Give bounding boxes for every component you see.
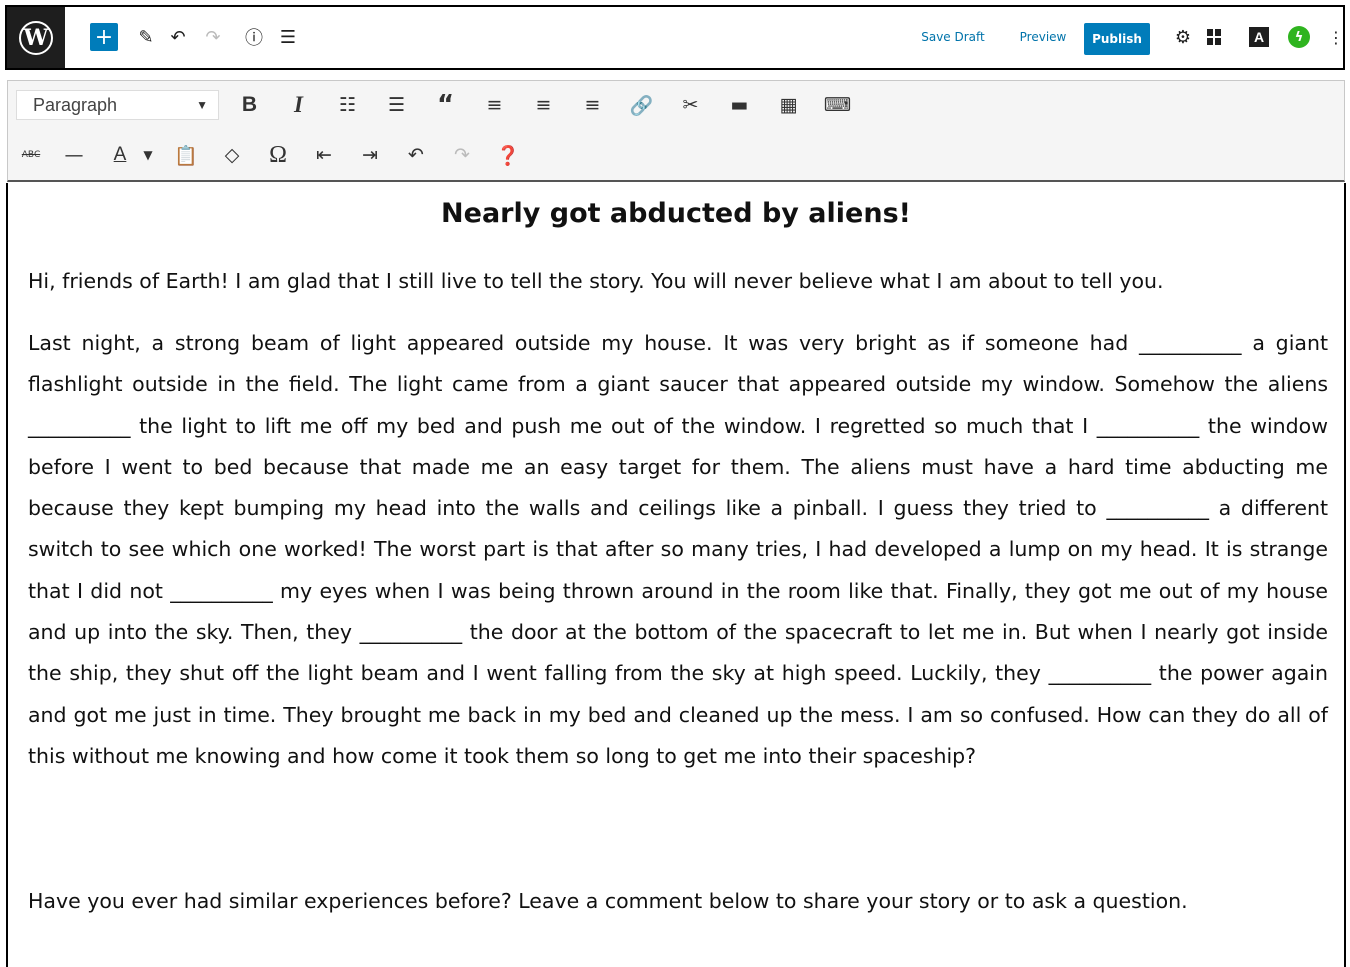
indent-icon[interactable]: ⇥	[352, 139, 388, 171]
paragraph-story[interactable]: Last night, a strong beam of light appea…	[28, 323, 1328, 777]
text-color-chevron-icon[interactable]: ▼	[138, 139, 158, 171]
format-select[interactable]: Paragraph ▼	[16, 90, 219, 120]
post-title[interactable]: Nearly got abducted by aliens!	[8, 198, 1344, 229]
preview-button[interactable]: Preview	[1012, 23, 1074, 51]
undo-classic-icon[interactable]: ↶	[398, 139, 434, 171]
edit-pencil-icon[interactable]: ✎	[135, 23, 157, 51]
toolbar-row-2: ABC — A ▼ 📋 ◇ Ω ⇤ ⇥ ↶ ↷ ❓	[16, 137, 526, 173]
toolbar-row-1: Paragraph ▼ B I ☷ ☰ “ ≡ ≡ ≡ 🔗 ✂ ▬ ▦ ⌨	[16, 87, 856, 123]
classic-editor-toolbar: Paragraph ▼ B I ☷ ☰ “ ≡ ≡ ≡ 🔗 ✂ ▬ ▦ ⌨ AB…	[7, 80, 1345, 182]
save-draft-button[interactable]: Save Draft	[917, 23, 989, 51]
outdent-icon[interactable]: ⇤	[306, 139, 342, 171]
strikethrough-icon[interactable]: ABC	[16, 139, 46, 171]
bulleted-list-icon[interactable]: ☷	[329, 89, 366, 121]
chevron-down-icon: ▼	[196, 98, 208, 112]
redo-classic-icon[interactable]: ↷	[444, 139, 480, 171]
insert-link-icon[interactable]: 🔗	[623, 89, 660, 121]
bold-icon[interactable]: B	[231, 89, 268, 121]
align-left-icon[interactable]: ≡	[476, 89, 513, 121]
editor-top-bar: W + ✎ ↶ ↷ ⓘ ☰ Save Draft Preview Publish…	[5, 5, 1345, 70]
text-color-icon[interactable]: A	[102, 139, 138, 171]
align-center-icon[interactable]: ≡	[525, 89, 562, 121]
paragraph-closing[interactable]: Have you ever had similar experiences be…	[28, 881, 1328, 922]
special-character-icon[interactable]: Ω	[260, 139, 296, 171]
amp-a-icon[interactable]: A	[1249, 23, 1269, 51]
info-icon[interactable]: ⓘ	[243, 23, 265, 51]
blocks-grid-icon[interactable]	[1205, 23, 1223, 51]
paragraph-intro[interactable]: Hi, friends of Earth! I am glad that I s…	[28, 261, 1328, 302]
toggle-toolbar-icon[interactable]: ▦	[770, 89, 807, 121]
settings-gear-icon[interactable]: ⚙	[1172, 23, 1194, 51]
add-block-button[interactable]: +	[90, 23, 118, 51]
wordpress-logo-icon: W	[19, 20, 53, 55]
keyboard-icon[interactable]: ⌨	[819, 89, 856, 121]
italic-icon[interactable]: I	[280, 89, 317, 121]
format-select-value: Paragraph	[33, 94, 118, 115]
redo-icon[interactable]: ↷	[202, 23, 224, 51]
remove-link-icon[interactable]: ✂	[672, 89, 709, 121]
post-content-area[interactable]: Nearly got abducted by aliens! Hi, frien…	[6, 183, 1346, 967]
clear-formatting-icon[interactable]: ◇	[214, 139, 250, 171]
numbered-list-icon[interactable]: ☰	[378, 89, 415, 121]
publish-button[interactable]: Publish	[1084, 23, 1150, 55]
help-icon[interactable]: ❓	[490, 139, 526, 171]
align-right-icon[interactable]: ≡	[574, 89, 611, 121]
blockquote-icon[interactable]: “	[427, 89, 464, 121]
wordpress-logo-button[interactable]: W	[7, 7, 65, 68]
jetpack-icon[interactable]: ϟ	[1287, 23, 1311, 51]
paste-as-text-icon[interactable]: 📋	[168, 139, 204, 171]
more-options-icon[interactable]: ⋮	[1325, 23, 1347, 51]
read-more-icon[interactable]: ▬	[721, 89, 758, 121]
outline-list-icon[interactable]: ☰	[277, 23, 299, 51]
horizontal-line-icon[interactable]: —	[56, 139, 92, 171]
undo-icon[interactable]: ↶	[167, 23, 189, 51]
